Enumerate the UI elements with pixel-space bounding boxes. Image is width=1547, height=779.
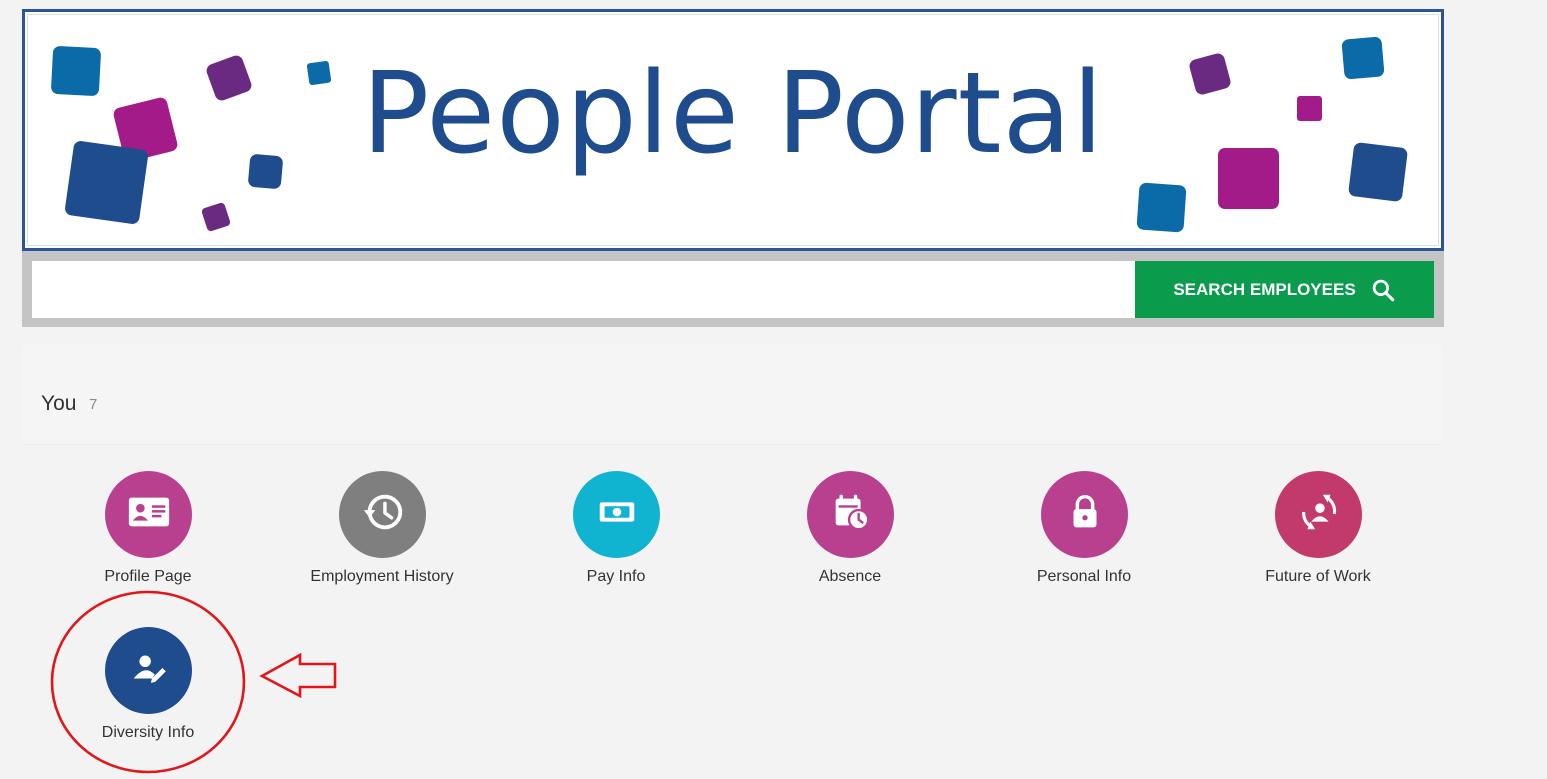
person-edit-icon	[126, 645, 172, 696]
search-button-label: SEARCH EMPLOYEES	[1173, 279, 1356, 299]
tile-pay-info[interactable]: Pay Info	[516, 471, 716, 601]
tile-label: Pay Info	[586, 568, 646, 585]
portal-banner: People Portal	[22, 9, 1444, 251]
history-icon	[360, 489, 406, 540]
id-card-icon	[126, 489, 172, 540]
money-icon	[594, 489, 640, 540]
tile-icon-circle	[105, 627, 192, 714]
search-employees-button[interactable]: SEARCH EMPLOYEES	[1135, 261, 1434, 318]
search-input[interactable]	[32, 261, 1135, 318]
tile-icon-circle	[339, 471, 426, 558]
annotation-arrow-icon	[259, 652, 337, 699]
tile-label: Personal Info	[1036, 568, 1132, 585]
person-arrows-icon	[1296, 489, 1342, 540]
tile-label: Future of Work	[1265, 568, 1371, 585]
tile-label: Profile Page	[104, 568, 192, 585]
banner-title: People Portal	[361, 49, 1105, 179]
tile-label: Employment History	[310, 568, 454, 585]
section-header-panel	[22, 345, 1442, 445]
tile-profile-page[interactable]: Profile Page	[48, 471, 248, 601]
calendar-clock-icon	[828, 489, 874, 540]
tile-icon-circle	[105, 471, 192, 558]
section-title: You	[41, 392, 77, 415]
tile-icon-circle	[1041, 471, 1128, 558]
tile-icon-circle	[807, 471, 894, 558]
tile-employment-history[interactable]: Employment History	[282, 471, 482, 601]
search-icon	[1370, 277, 1396, 303]
tile-diversity-info[interactable]: Diversity Info	[48, 627, 248, 757]
tile-label: Absence	[818, 568, 882, 585]
section-count: 7	[89, 396, 98, 413]
tile-label: Diversity Info	[101, 724, 195, 741]
tile-icon-circle	[573, 471, 660, 558]
tile-icon-circle	[1275, 471, 1362, 558]
banner-decoration-square	[1136, 182, 1187, 233]
search-bar: SEARCH EMPLOYEES	[22, 251, 1444, 327]
tile-personal-info[interactable]: Personal Info	[984, 471, 1184, 601]
tile-future-of-work[interactable]: Future of Work	[1218, 471, 1418, 601]
lock-icon	[1062, 489, 1108, 540]
tile-absence[interactable]: Absence	[750, 471, 950, 601]
